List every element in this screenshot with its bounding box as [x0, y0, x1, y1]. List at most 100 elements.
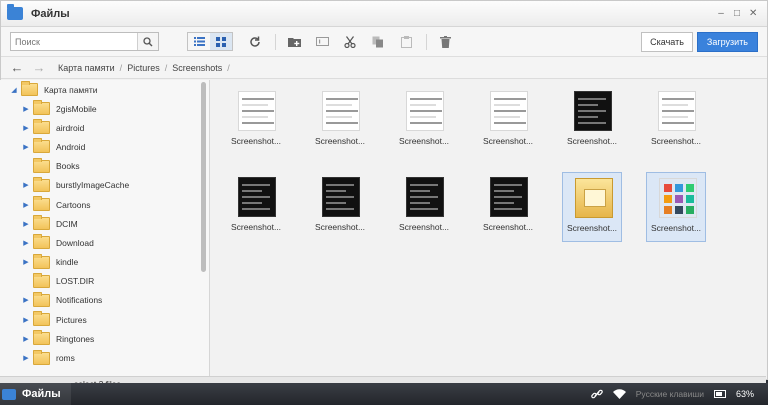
collapsed-caret-icon[interactable]: ▶: [22, 143, 30, 151]
sidebar-scrollbar[interactable]: [201, 82, 206, 272]
collapsed-caret-icon[interactable]: ▶: [22, 239, 30, 247]
tree-item[interactable]: ▶ roms: [0, 348, 209, 367]
tree-item-label: Download: [56, 237, 94, 248]
grid-view-button[interactable]: [210, 33, 232, 50]
tree-item[interactable]: ▶ Ringtones: [0, 329, 209, 348]
tree-item[interactable]: ▶ airdroid: [0, 118, 209, 137]
file-tile[interactable]: Screenshot...: [478, 86, 538, 156]
file-tile[interactable]: Screenshot...: [646, 172, 706, 242]
folder-app-icon: [7, 4, 23, 20]
new-folder-button[interactable]: [284, 32, 304, 52]
tree-item[interactable]: ▶ Pictures: [0, 310, 209, 329]
tree-item[interactable]: ▶ Download: [0, 233, 209, 252]
file-thumbnail: [574, 91, 612, 131]
toolbar-actions: Скачать Загрузить: [641, 31, 758, 52]
file-tile[interactable]: Screenshot...: [562, 86, 622, 156]
file-tile[interactable]: Screenshot...: [310, 172, 370, 242]
file-tile[interactable]: Screenshot...: [394, 86, 454, 156]
breadcrumb-item-memory-card[interactable]: Карта памяти: [58, 63, 115, 73]
file-tile[interactable]: Screenshot...: [394, 172, 454, 242]
folder-icon: [33, 215, 50, 231]
file-thumbnail: [490, 91, 528, 131]
download-button[interactable]: Скачать: [641, 31, 693, 52]
breadcrumb-item-screenshots[interactable]: Screenshots: [172, 63, 222, 73]
forward-arrow-icon[interactable]: →: [32, 60, 46, 75]
tree-item-label: kindle: [56, 257, 79, 268]
taskbar-item-label: Файлы: [22, 388, 61, 400]
upload-button[interactable]: Загрузить: [696, 31, 758, 52]
tree-item[interactable]: ▶ Android: [0, 137, 209, 156]
breadcrumb-separator: /: [119, 62, 123, 73]
tree-item[interactable]: ▶ kindle: [0, 253, 209, 272]
tree-root[interactable]: ◢ Карта памяти: [0, 80, 209, 99]
tree-item[interactable]: ▶ Notifications: [0, 291, 209, 310]
back-arrow-icon[interactable]: ←: [10, 60, 24, 75]
wifi-icon[interactable]: [612, 389, 626, 399]
tree-item[interactable]: ▶ Cartoons: [0, 195, 209, 214]
file-name: Screenshot...: [314, 136, 366, 146]
tree-item-label: DCIM: [56, 218, 78, 229]
tree-item-label: Books: [56, 161, 80, 172]
folder-icon: [33, 253, 50, 269]
file-tile[interactable]: Screenshot...: [646, 86, 706, 156]
list-icon: [193, 37, 205, 46]
tree-item[interactable]: ▶ LOST.DIR: [0, 272, 209, 291]
collapsed-caret-icon[interactable]: ▶: [22, 296, 30, 304]
collapsed-caret-icon[interactable]: ▶: [22, 124, 30, 132]
file-name: Screenshot...: [398, 136, 450, 146]
tree-item[interactable]: ▶ burstlyImageCache: [0, 176, 209, 195]
search-input[interactable]: [11, 33, 137, 50]
file-grid: Screenshot... Screenshot... Screenshot... S…: [210, 80, 766, 376]
file-tile[interactable]: Screenshot...: [226, 172, 286, 242]
collapsed-caret-icon[interactable]: ▶: [22, 335, 30, 343]
cut-button[interactable]: [340, 32, 360, 52]
refresh-button[interactable]: [245, 32, 265, 52]
tree-item[interactable]: ▶ 2gisMobile: [0, 99, 209, 118]
collapsed-caret-icon[interactable]: ▶: [22, 105, 30, 113]
grid-icon: [216, 36, 226, 47]
copy-button[interactable]: [368, 32, 388, 52]
collapsed-caret-icon[interactable]: ▶: [22, 258, 30, 266]
tree-item[interactable]: ▶ Books: [0, 157, 209, 176]
folder-tree: ◢ Карта памяти ▶ 2gisMobile ▶ airdroid ▶ Andr…: [0, 80, 210, 376]
window-title: Файлы: [31, 7, 70, 20]
maximize-icon[interactable]: □: [733, 8, 741, 19]
clipboard-icon: [400, 35, 412, 48]
link-icon[interactable]: [590, 388, 603, 400]
expanded-caret-icon[interactable]: ◢: [10, 86, 18, 94]
collapsed-caret-icon[interactable]: ▶: [22, 316, 30, 324]
search-button[interactable]: [137, 33, 158, 50]
file-tile[interactable]: Screenshot...: [478, 172, 538, 242]
title-bar: Файлы – □ ✕: [1, 1, 767, 27]
paste-button[interactable]: [396, 32, 416, 52]
file-thumbnail: [406, 177, 444, 217]
tree-item-label: roms: [56, 353, 75, 364]
minimize-icon[interactable]: –: [717, 8, 725, 19]
collapsed-caret-icon[interactable]: ▶: [22, 181, 30, 189]
file-name: Screenshot...: [566, 223, 618, 233]
breadcrumb: Карта памяти / Pictures / Screenshots /: [58, 63, 235, 73]
keyboard-layout-text[interactable]: Русские клавиши: [636, 389, 704, 399]
file-thumbnail: [575, 178, 613, 218]
taskbar: Файлы Русские клавиши 63%: [0, 383, 768, 405]
folder-icon: [33, 234, 50, 250]
collapsed-caret-icon[interactable]: ▶: [22, 201, 30, 209]
taskbar-item-files[interactable]: Файлы: [0, 383, 71, 405]
delete-button[interactable]: [435, 32, 455, 52]
file-tile[interactable]: Screenshot...: [226, 86, 286, 156]
folder-icon: [33, 311, 50, 327]
rename-button[interactable]: [312, 32, 332, 52]
list-view-button[interactable]: [188, 33, 210, 50]
folder-icon: [33, 100, 50, 116]
tree-item[interactable]: ▶ DCIM: [0, 214, 209, 233]
collapsed-caret-icon[interactable]: ▶: [22, 220, 30, 228]
file-tile[interactable]: Screenshot...: [310, 86, 370, 156]
breadcrumb-item-pictures[interactable]: Pictures: [127, 63, 160, 73]
view-toggle: [187, 32, 233, 51]
file-tile[interactable]: Screenshot...: [562, 172, 622, 242]
file-thumbnail: [238, 177, 276, 217]
file-thumbnail: [659, 178, 697, 218]
collapsed-caret-icon[interactable]: ▶: [22, 354, 30, 362]
file-thumbnail: [490, 177, 528, 217]
close-icon[interactable]: ✕: [749, 8, 757, 19]
